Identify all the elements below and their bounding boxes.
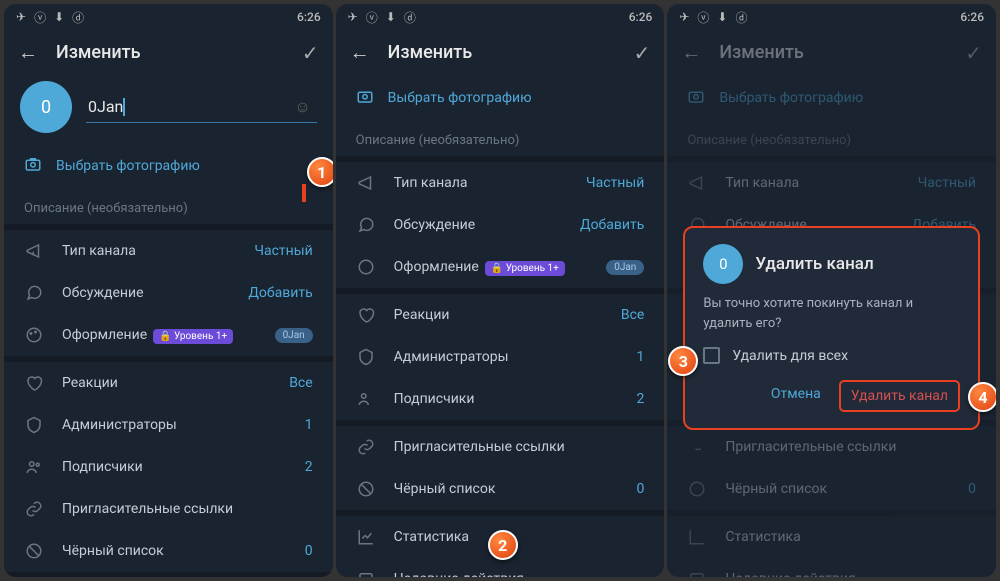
channel-type[interactable]: Тип каналаЧастный bbox=[4, 230, 333, 272]
megaphone-icon bbox=[24, 242, 44, 260]
blacklist[interactable]: Чёрный список0 bbox=[336, 468, 665, 510]
back-icon[interactable]: ← bbox=[350, 40, 370, 65]
screen-1: ✈ ⓥ ⬇ ⓓ 6:26 ← Изменить ✓ 0 0Jan ☺ Выбра… bbox=[4, 4, 333, 577]
ban-icon bbox=[24, 542, 44, 560]
subscribers[interactable]: Подписчики2 bbox=[336, 378, 665, 420]
discussion[interactable]: ОбсуждениеДобавить bbox=[336, 204, 665, 246]
viber-icon: ⓥ bbox=[34, 9, 46, 26]
admins[interactable]: Администраторы1 bbox=[336, 336, 665, 378]
chat-icon bbox=[24, 284, 44, 302]
confirm-icon[interactable]: ✓ bbox=[634, 41, 651, 65]
dialog-message: Вы точно хотите покинуть канал и удалить… bbox=[703, 294, 960, 333]
step-2: 2 bbox=[488, 530, 518, 560]
checkbox-icon[interactable] bbox=[703, 347, 720, 364]
header: ← Изменить ✓ bbox=[4, 30, 333, 75]
screen-3: ✈ⓥ⬇ⓓ 6:26 ←Изменить✓ Выбрать фотографию … bbox=[667, 4, 996, 577]
step-4: 4 bbox=[968, 382, 996, 412]
reactions[interactable]: РеакцииВсе bbox=[336, 294, 665, 336]
emoji-icon[interactable]: ☺ bbox=[294, 97, 310, 117]
confirm-icon[interactable]: ✓ bbox=[302, 41, 319, 65]
invite-links[interactable]: Пригласительные ссылки bbox=[4, 488, 333, 530]
wifi-icon: ⓓ bbox=[72, 9, 84, 26]
description-label: Описание (необязательно) bbox=[4, 189, 333, 224]
step-1: 1 bbox=[307, 157, 333, 187]
header: ← Изменить ✓ bbox=[336, 30, 665, 75]
time: 6:26 bbox=[297, 10, 321, 24]
scroll-arrow bbox=[295, 184, 313, 202]
statusbar: ✈ ⓥ ⬇ ⓓ 6:26 bbox=[4, 4, 333, 30]
users-icon bbox=[24, 458, 44, 476]
heart-icon bbox=[24, 374, 44, 392]
shield-icon bbox=[24, 416, 44, 434]
name-row: 0 0Jan ☺ bbox=[4, 75, 333, 143]
download-icon: ⬇ bbox=[54, 10, 64, 24]
telegram-icon: ✈ bbox=[16, 10, 26, 24]
screen-2: ✈ⓥ⬇ⓓ 6:26 ← Изменить ✓ Выбрать фотографи… bbox=[336, 4, 665, 577]
name-input[interactable]: 0Jan ☺ bbox=[86, 91, 317, 124]
admins[interactable]: Администраторы1 bbox=[4, 404, 333, 446]
cancel-button[interactable]: Отмена bbox=[761, 380, 831, 412]
back-icon[interactable]: ← bbox=[18, 40, 38, 65]
delete-dialog: 0 Удалить канал Вы точно хотите покинуть… bbox=[683, 226, 980, 430]
avatar[interactable]: 0 bbox=[20, 81, 72, 133]
header-title: Изменить bbox=[56, 42, 284, 63]
statusbar: ✈ⓥ⬇ⓓ 6:26 bbox=[336, 4, 665, 30]
palette-icon bbox=[24, 326, 44, 344]
appearance[interactable]: Оформление🔒 Уровень 1+0Jan bbox=[4, 314, 333, 356]
confirm-delete-button[interactable]: Удалить канал bbox=[839, 380, 960, 412]
camera-icon bbox=[24, 155, 42, 177]
delete-for-all[interactable]: Удалить для всех bbox=[703, 347, 960, 364]
choose-photo[interactable]: Выбрать фотографию bbox=[336, 75, 665, 121]
appearance[interactable]: Оформление🔒 Уровень 1+0Jan bbox=[336, 246, 665, 288]
subscribers[interactable]: Подписчики2 bbox=[4, 446, 333, 488]
invite-links[interactable]: Пригласительные ссылки bbox=[336, 426, 665, 468]
reactions[interactable]: РеакцииВсе bbox=[4, 362, 333, 404]
dialog-avatar: 0 bbox=[703, 244, 743, 284]
discussion[interactable]: ОбсуждениеДобавить bbox=[4, 272, 333, 314]
choose-photo[interactable]: Выбрать фотографию bbox=[4, 143, 333, 189]
channel-type[interactable]: Тип каналаЧастный bbox=[336, 162, 665, 204]
statusbar: ✈ⓥ⬇ⓓ 6:26 bbox=[667, 4, 996, 30]
dialog-title: Удалить канал bbox=[755, 254, 873, 274]
link-icon bbox=[24, 500, 44, 518]
blacklist[interactable]: Чёрный список0 bbox=[4, 530, 333, 572]
recent-actions[interactable]: Недавние действия bbox=[336, 558, 665, 577]
